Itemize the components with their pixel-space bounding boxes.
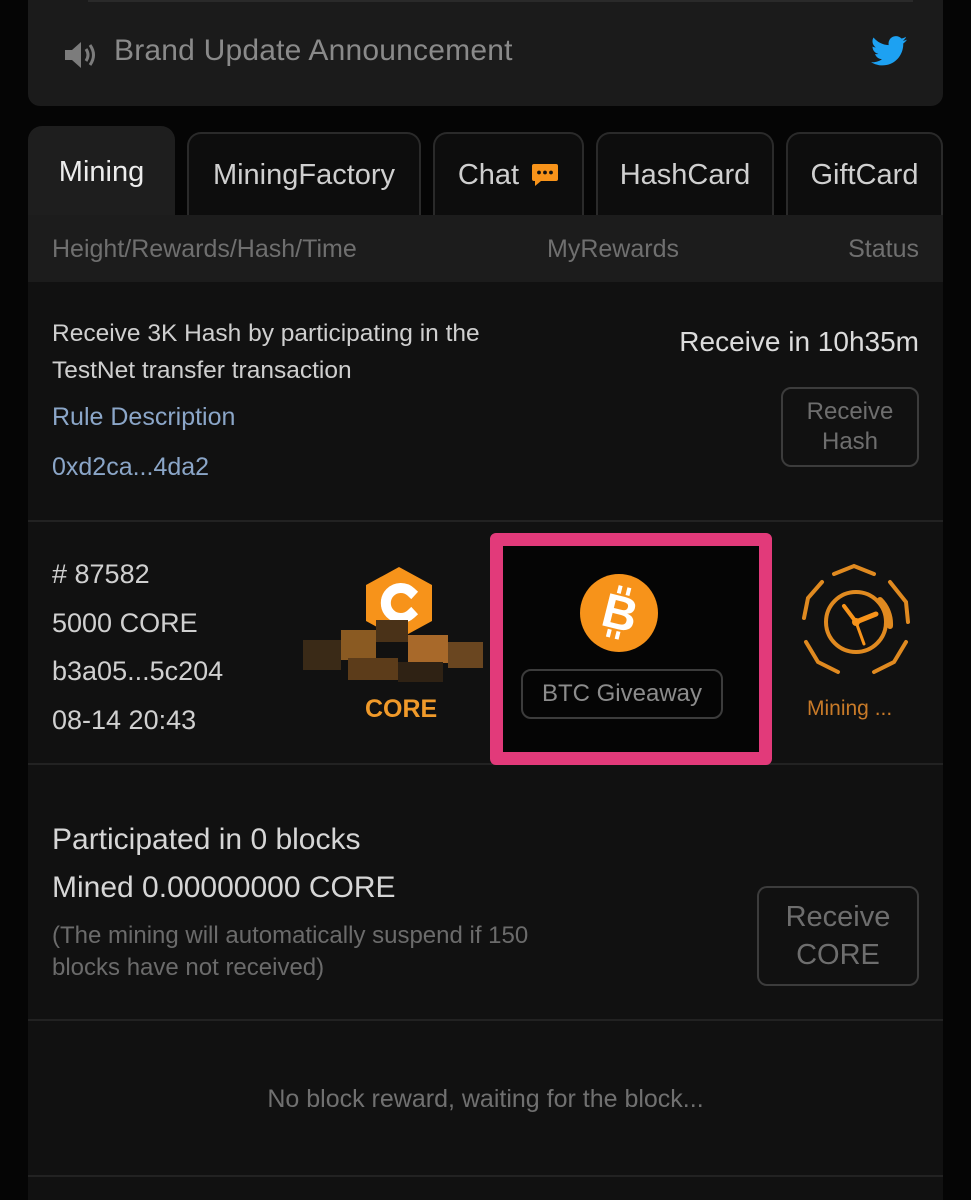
block-row: # 87582 5000 CORE b3a05...5c204 08-14 20…	[28, 520, 943, 765]
tab-mining-factory[interactable]: MiningFactory	[187, 132, 421, 216]
tab-bar: Mining MiningFactory Chat HashCard GiftC…	[28, 126, 943, 216]
chat-bubble-icon	[532, 164, 559, 186]
tab-hashcard[interactable]: HashCard	[596, 132, 774, 216]
tab-mining[interactable]: Mining	[28, 126, 175, 216]
block-height: # 87582	[52, 559, 150, 589]
column-header: Height/Rewards/Hash/Time MyRewards Statu…	[28, 215, 943, 282]
divider	[88, 0, 913, 2]
btc-giveaway-button[interactable]: BTC Giveaway	[521, 669, 723, 719]
block-hash: b3a05...5c204	[52, 656, 224, 686]
column-height-rewards: Height/Rewards/Hash/Time	[52, 235, 357, 263]
announcement-title: Brand Update Announcement	[114, 34, 513, 67]
tab-giftcard[interactable]: GiftCard	[786, 132, 943, 216]
contract-address-link[interactable]: 0xd2ca...4da2	[52, 453, 209, 482]
tab-chat[interactable]: Chat	[433, 132, 584, 216]
participated-blocks: Participated in 0 blocks	[52, 823, 361, 856]
tab-label: MiningFactory	[212, 158, 396, 191]
tab-label: Chat	[457, 158, 520, 191]
rule-description-link[interactable]: Rule Description	[52, 403, 235, 432]
tab-label: HashCard	[619, 158, 751, 191]
empty-state-message: No block reward, waiting for the block..…	[267, 1085, 704, 1113]
tab-label: GiftCard	[810, 158, 919, 191]
column-my-rewards: MyRewards	[547, 235, 679, 263]
bitcoin-icon: B	[580, 574, 658, 652]
mined-amount: Mined 0.00000000 CORE	[52, 871, 396, 904]
tab-label: Mining	[58, 155, 145, 188]
btc-giveaway-highlight: B BTC Giveaway	[490, 533, 772, 765]
core-coin-label: CORE	[365, 695, 438, 723]
mining-status: Mining ...	[807, 697, 893, 720]
mining-panel: Height/Rewards/Hash/Time MyRewards Statu…	[28, 215, 943, 1200]
receive-hash-button[interactable]: Receive Hash	[781, 387, 919, 467]
twitter-icon[interactable]	[871, 36, 907, 66]
column-status: Status	[848, 235, 919, 263]
speaker-icon	[65, 42, 95, 68]
announcement-bar[interactable]: Brand Update Announcement	[28, 0, 943, 106]
receive-countdown: Receive in 10h35m	[679, 326, 919, 357]
blurred-address-mosaic	[303, 620, 483, 690]
empty-state-row: No block reward, waiting for the block..…	[28, 1019, 943, 1177]
mining-clock-icon	[802, 563, 910, 674]
mining-summary-row: Participated in 0 blocks Mined 0.0000000…	[28, 763, 943, 1021]
block-reward: 5000 CORE	[52, 607, 198, 638]
block-time: 08-14 20:43	[52, 704, 197, 735]
promo-description: Receive 3K Hash by participating in the …	[52, 320, 480, 384]
receive-core-button[interactable]: Receive CORE	[757, 886, 919, 986]
suspend-note: (The mining will automatically suspend i…	[52, 922, 529, 981]
hash-promo-row: Receive 3K Hash by participating in the …	[28, 282, 943, 522]
block-info: # 87582 5000 CORE b3a05...5c204 08-14 20…	[52, 550, 223, 744]
